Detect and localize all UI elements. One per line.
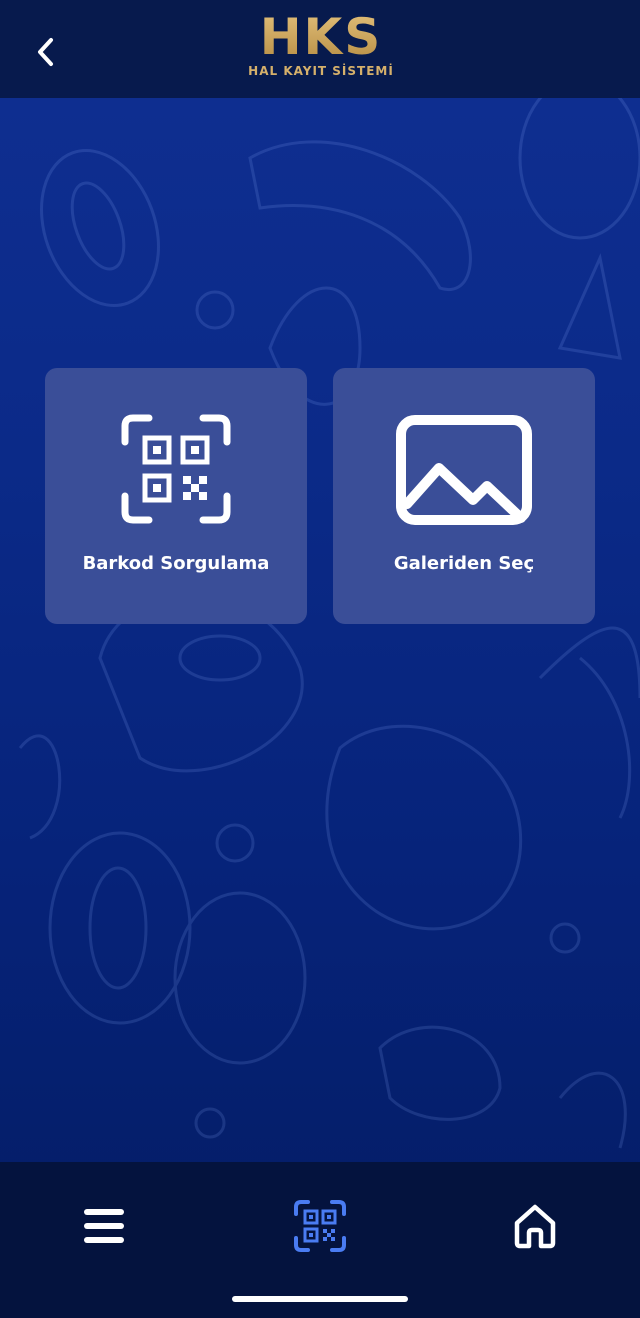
home-icon — [514, 1204, 556, 1249]
home-button[interactable] — [505, 1196, 565, 1256]
menu-button[interactable] — [74, 1196, 134, 1256]
menu-icon — [84, 1209, 124, 1243]
logo-title: HKS — [226, 12, 416, 62]
back-button[interactable] — [28, 30, 64, 74]
barcode-query-label: Barkod Sorgulama — [82, 553, 270, 574]
qr-scan-nav-button[interactable] — [290, 1196, 350, 1256]
qr-code-icon — [294, 1200, 346, 1252]
qr-scan-icon — [121, 414, 231, 524]
header-bar: HKS HAL KAYIT SİSTEMİ — [0, 0, 640, 98]
bottom-navigation — [0, 1162, 640, 1318]
action-cards: Barkod Sorgulama Galeriden Seç — [45, 368, 595, 624]
gallery-select-label: Galeriden Seç — [393, 553, 535, 574]
image-gallery-icon — [396, 415, 532, 525]
screen: HKS HAL KAYIT SİSTEMİ Barkod Sorgulama G… — [0, 0, 640, 1318]
fruit-pattern-background — [18, 98, 640, 1149]
chevron-left-icon — [38, 38, 53, 66]
hks-logo: HKS HAL KAYIT SİSTEMİ — [226, 12, 416, 84]
logo-subtitle: HAL KAYIT SİSTEMİ — [248, 64, 394, 78]
barcode-query-card[interactable]: Barkod Sorgulama — [45, 368, 307, 624]
gallery-select-card[interactable]: Galeriden Seç — [333, 368, 595, 624]
home-indicator — [232, 1296, 408, 1302]
